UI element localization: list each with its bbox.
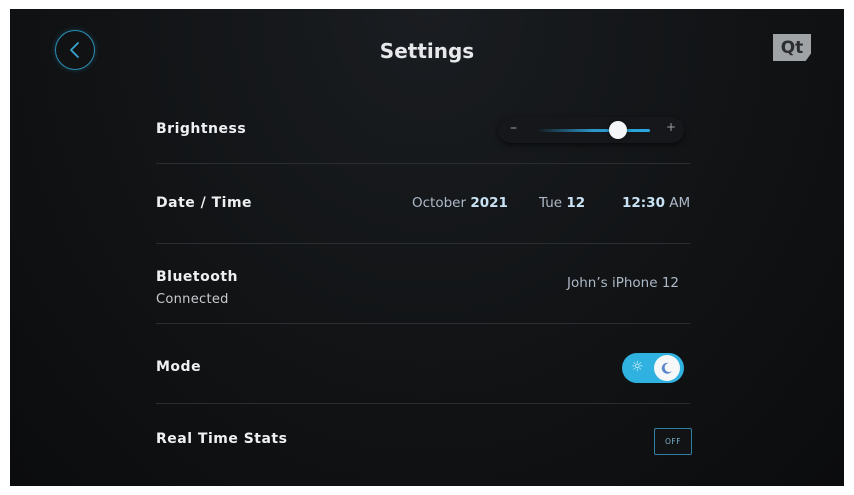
divider [156, 323, 690, 324]
page-title: Settings [379, 39, 475, 63]
settings-screen: Settings Qt Brightness – + Date / Time O… [10, 9, 844, 486]
date-month-year[interactable]: October 2021 [412, 195, 508, 211]
divider [156, 163, 690, 164]
qt-logo: Qt [773, 34, 811, 61]
realtime-off-button[interactable]: OFF [654, 428, 692, 455]
brightness-slider[interactable]: – + [498, 117, 684, 143]
mode-label: Mode [156, 359, 202, 375]
divider [156, 243, 690, 244]
bluetooth-status: Connected [156, 292, 229, 307]
time-ampm: AM [669, 195, 691, 211]
bluetooth-device[interactable]: John’s iPhone 12 [567, 275, 679, 291]
toggle-knob[interactable] [654, 355, 680, 381]
brightness-label: Brightness [156, 121, 247, 137]
weekday-value: Tue [539, 195, 563, 211]
brightness-minus[interactable]: – [510, 120, 517, 136]
realtime-label: Real Time Stats [156, 431, 288, 447]
brightness-track[interactable] [536, 129, 650, 132]
divider [156, 403, 690, 404]
date-day[interactable]: Tue 12 [539, 195, 585, 211]
datetime-label: Date / Time [156, 195, 253, 211]
bluetooth-label: Bluetooth [156, 269, 239, 285]
day-value: 12 [566, 195, 586, 211]
year-value: 2021 [470, 195, 508, 211]
month-value: October [412, 195, 467, 211]
time-value[interactable]: 12:30 AM [622, 195, 690, 211]
moon-icon [661, 362, 672, 374]
mode-toggle[interactable]: ☼ [622, 353, 684, 383]
time-hhmm: 12:30 [622, 195, 665, 211]
brightness-thumb[interactable] [609, 121, 628, 139]
sun-icon: ☼ [631, 359, 644, 375]
brightness-plus[interactable]: + [666, 120, 676, 134]
